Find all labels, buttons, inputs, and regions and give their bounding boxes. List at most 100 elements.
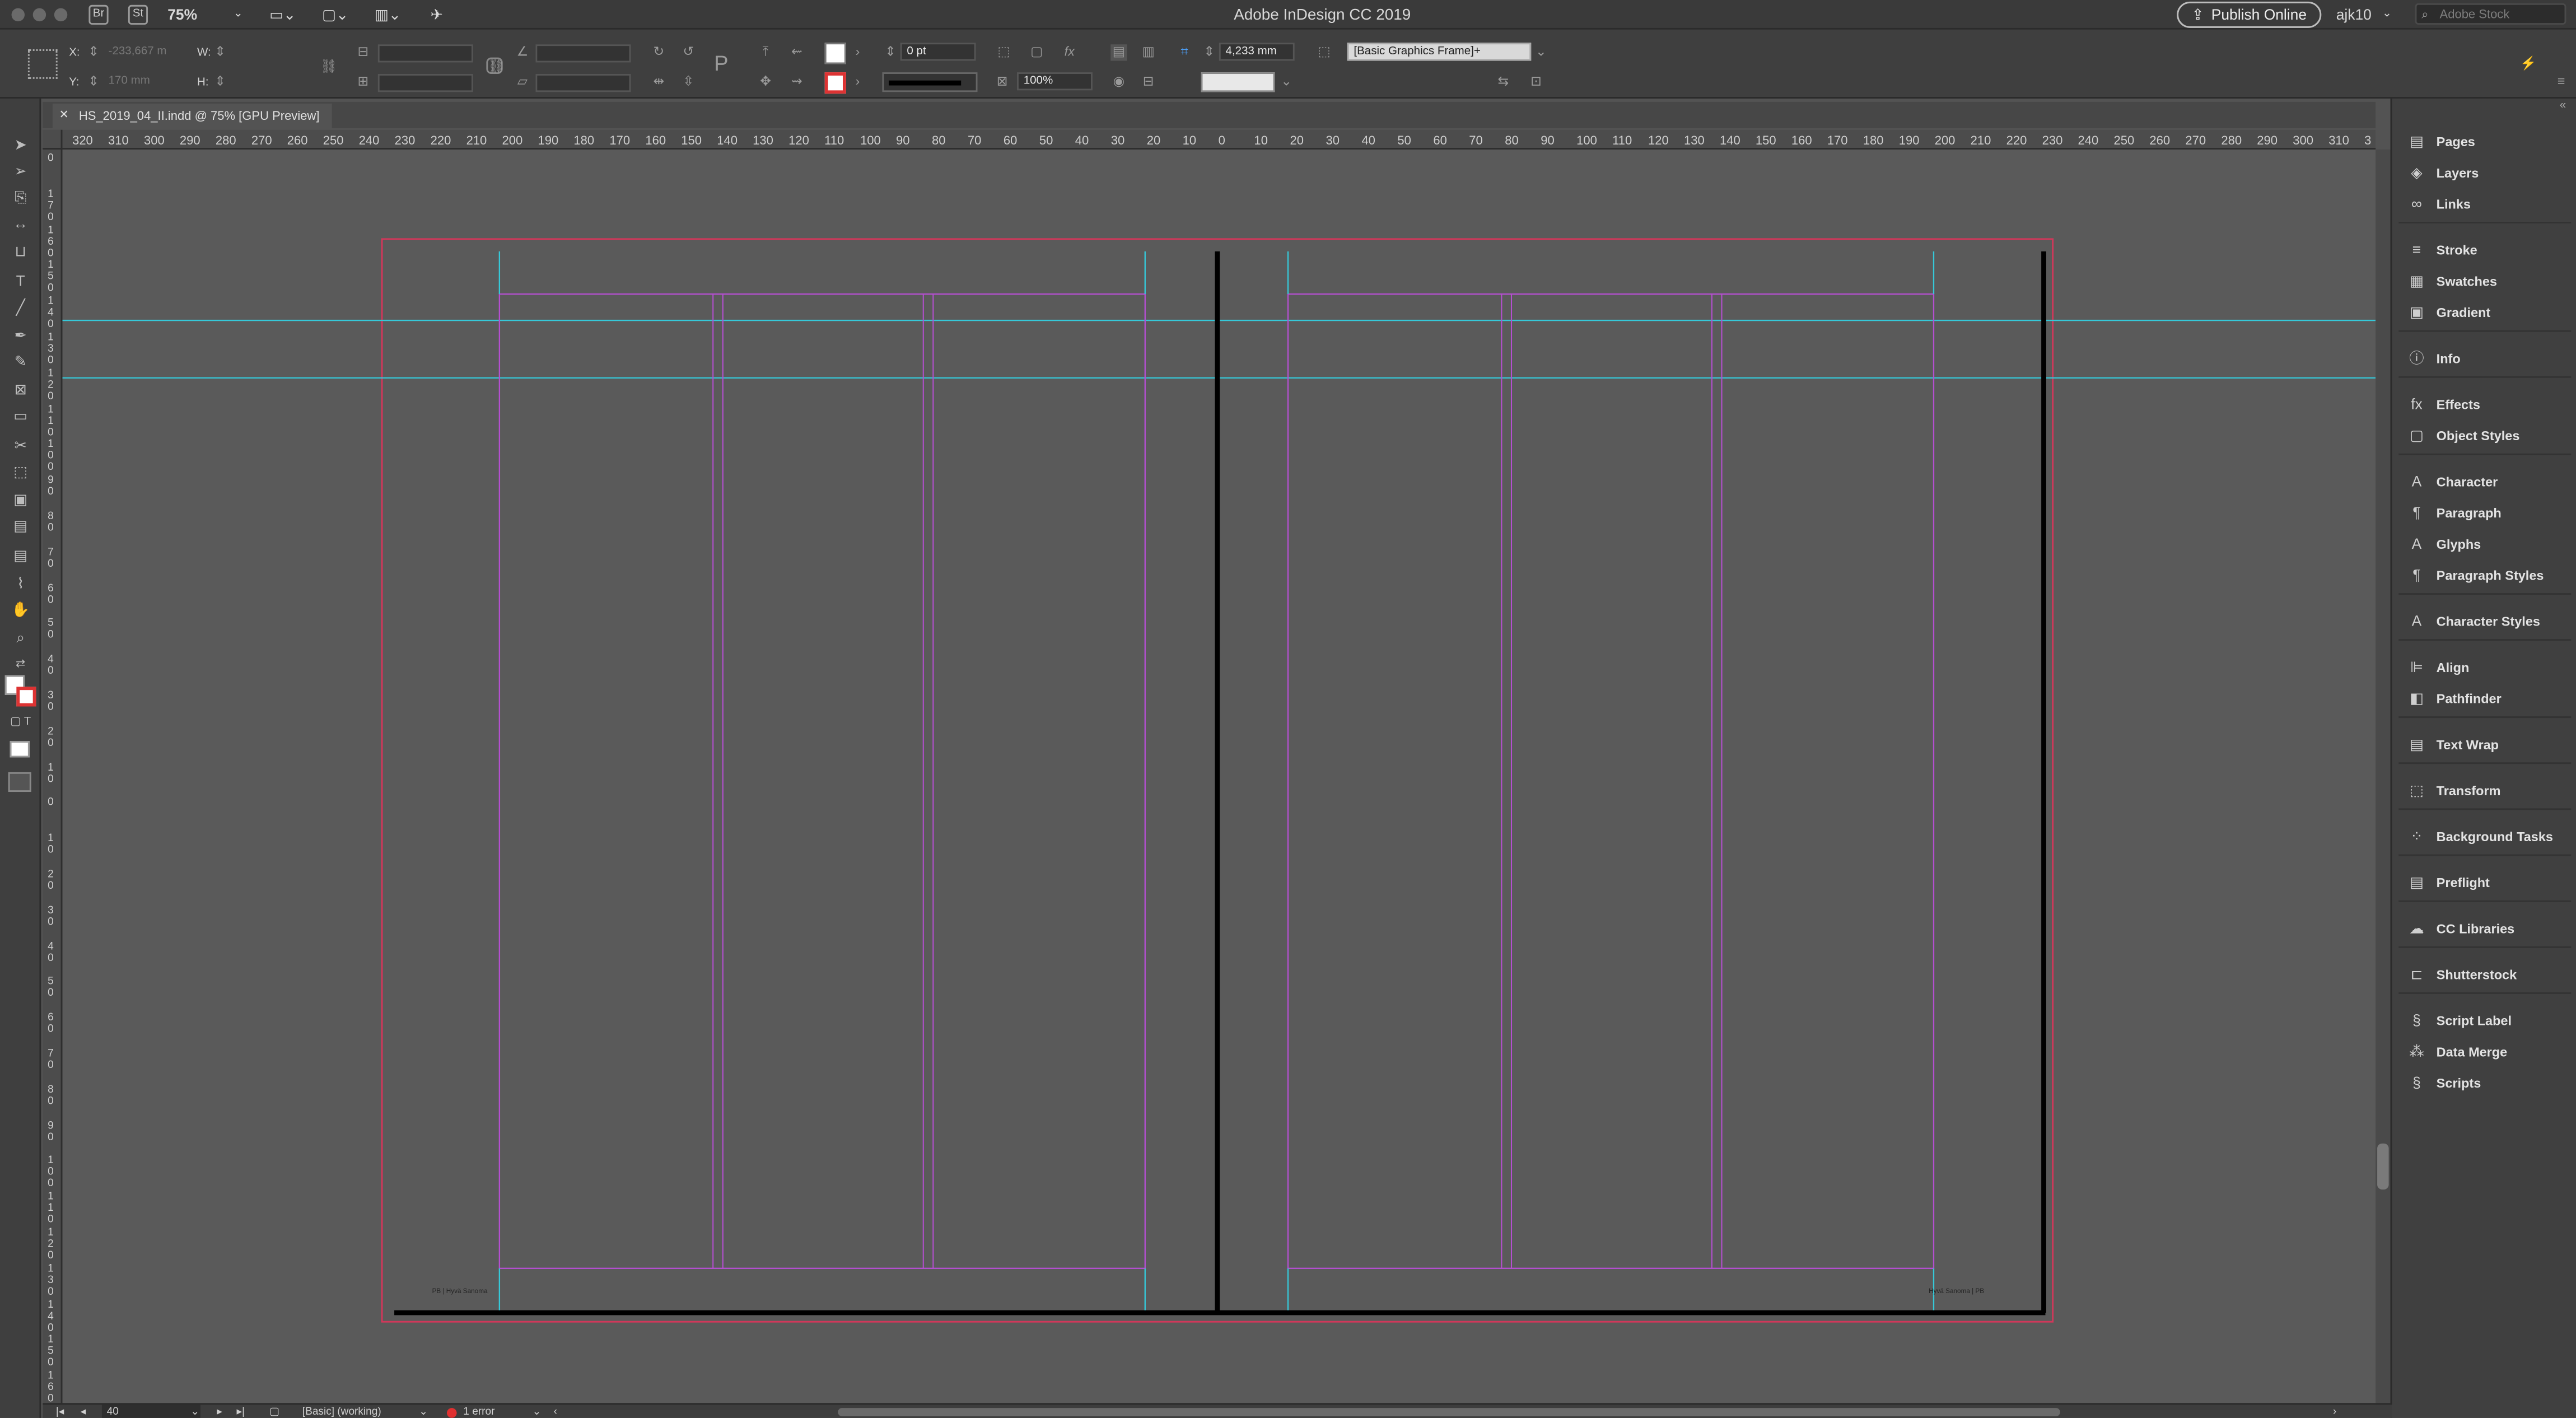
page-dropdown-icon[interactable]: ⌄ (190, 1405, 199, 1418)
panel-transform[interactable]: ⬚ Transform (2392, 776, 2576, 807)
hand-tool-icon[interactable]: ✋ (10, 600, 31, 621)
pencil-tool-icon[interactable]: ✎ (10, 352, 31, 373)
scissors-tool-icon[interactable]: ✂ (10, 435, 31, 456)
left-page-footer[interactable]: PB | Hyvä Sanoma (432, 1286, 488, 1295)
stroke-menu-icon[interactable]: › (850, 74, 866, 90)
minimize-window-icon[interactable] (32, 8, 46, 22)
zoom-tool-icon[interactable]: ⌕ (10, 628, 31, 649)
fill-menu-icon[interactable]: › (850, 44, 866, 60)
selection-tool-icon[interactable]: ➤ (10, 135, 31, 156)
stroke-color-icon[interactable] (16, 687, 36, 707)
panel-script-label[interactable]: § Script Label (2392, 1005, 2576, 1037)
corner-options-icon[interactable]: ⌗ (1177, 44, 1193, 60)
align-to-icon[interactable]: ⊟ (1140, 74, 1156, 90)
pen-tool-icon[interactable]: ✒ (10, 325, 31, 347)
swap-fill-stroke-icon[interactable]: ⇄ (10, 654, 31, 675)
zoom-window-icon[interactable] (54, 8, 68, 22)
collapse-panels-icon[interactable]: « (2560, 100, 2566, 112)
reference-point-icon[interactable] (27, 49, 58, 79)
zoom-level[interactable]: 75% (167, 7, 197, 23)
control-panel-menu-icon[interactable]: ≡ (2553, 74, 2569, 90)
preflight-status[interactable]: 1 error (463, 1405, 494, 1418)
horizontal-scroll-thumb[interactable] (838, 1408, 2060, 1416)
panel-swatches[interactable]: ▦ Swatches (2392, 266, 2576, 297)
publish-online-button[interactable]: ⇪ Publish Online (2177, 1, 2322, 28)
clear-overrides-icon[interactable]: ⇆ (1495, 74, 1511, 90)
panel-shutterstock[interactable]: ⊏ Shutterstock (2392, 959, 2576, 991)
scale-x-field[interactable] (377, 44, 473, 63)
gradient-feather-tool-icon[interactable]: ▤ (10, 516, 31, 537)
stroke-type-dropdown[interactable] (882, 72, 978, 92)
content-collector-icon[interactable]: ⊔ (10, 241, 31, 263)
free-transform-tool-icon[interactable]: ⬚ (10, 461, 31, 483)
rectangle-tool-icon[interactable]: ▭ (10, 406, 31, 427)
note-tool-icon[interactable]: ▤ (10, 545, 31, 567)
direct-selection-tool-icon[interactable]: ➢ (10, 161, 31, 183)
x-field[interactable]: -233,667 m (104, 44, 186, 62)
next-page-icon[interactable]: ▸ (217, 1405, 222, 1418)
formatting-affects-container-icon[interactable]: ▢ T (10, 711, 31, 733)
arrange-documents-icon[interactable]: ▥⌄ (375, 7, 401, 25)
object-style-icon[interactable]: ⬚ (1316, 44, 1332, 60)
panel-info[interactable]: ⓘ Info (2392, 343, 2576, 375)
panel-scripts[interactable]: § Scripts (2392, 1068, 2576, 1099)
select-container-icon[interactable]: ⤒ (757, 44, 773, 60)
close-window-icon[interactable] (11, 8, 25, 22)
apply-color-icon[interactable] (10, 741, 30, 758)
view-options-icon[interactable]: ▭⌄ (269, 7, 296, 25)
fill-swatch[interactable] (824, 43, 846, 64)
select-previous-icon[interactable]: ⇜ (788, 44, 805, 60)
scroll-right-icon[interactable]: › (2333, 1405, 2336, 1418)
y-field[interactable]: 170 mm (104, 74, 186, 92)
y-stepper-icon[interactable]: ⇕ (86, 74, 102, 90)
close-tab-icon[interactable]: ✕ (59, 104, 69, 128)
master-dropdown-icon[interactable]: ⌄ (419, 1405, 428, 1418)
horizontal-ruler[interactable]: 320 310 300 290 280 270 260 250 240 230 220 210 200 1… (43, 129, 2376, 150)
line-tool-icon[interactable]: ╱ (10, 297, 31, 319)
last-page-icon[interactable]: ▸| (236, 1405, 245, 1418)
panel-paragraph[interactable]: ¶ Paragraph (2392, 498, 2576, 529)
panel-paragraph-styles[interactable]: ¶ Paragraph Styles (2392, 560, 2576, 591)
constrain-scale-icon[interactable]: ⛓ (486, 57, 505, 74)
panel-gradient[interactable]: ▣ Gradient (2392, 297, 2576, 329)
panel-cc-libraries[interactable]: ☁ CC Libraries (2392, 913, 2576, 945)
select-content-icon[interactable]: ✥ (757, 74, 773, 90)
open-page-icon[interactable]: ▢ (269, 1405, 279, 1418)
ruler-origin[interactable] (43, 129, 63, 150)
eyedropper-tool-icon[interactable]: ⌇ (10, 573, 31, 595)
first-page-icon[interactable]: |◂ (56, 1405, 64, 1418)
opacity-icon[interactable]: ⊠ (994, 74, 1010, 90)
user-chevron-icon[interactable]: ⌄ (2382, 7, 2392, 20)
w-stepper-icon[interactable]: ⇕ (212, 44, 228, 60)
auto-fit-icon[interactable]: ◉ (1110, 74, 1127, 90)
type-tool-icon[interactable]: T (10, 271, 31, 292)
screen-mode-normal-icon[interactable] (8, 772, 31, 792)
panel-text-wrap[interactable]: ▤ Text Wrap (2392, 730, 2576, 761)
panel-character[interactable]: A Character (2392, 467, 2576, 498)
gradient-swatch-tool-icon[interactable]: ▣ (10, 489, 31, 511)
bridge-icon[interactable]: Br (88, 4, 109, 25)
previous-page-icon[interactable]: ◂ (81, 1405, 86, 1418)
object-style-dropdown[interactable]: [Basic Graphics Frame]+ (1347, 43, 1532, 61)
rotate-angle-icon[interactable]: ∠ (514, 44, 530, 60)
stock-icon[interactable]: St (128, 4, 148, 25)
scroll-left-icon[interactable]: ‹ (554, 1405, 557, 1418)
panel-glyphs[interactable]: A Glyphs (2392, 529, 2576, 561)
text-wrap-none-icon[interactable]: ▤ (1110, 44, 1127, 61)
rotate-ccw-icon[interactable]: ↺ (680, 44, 697, 60)
quick-apply-icon[interactable]: ⚡ (2520, 56, 2536, 72)
text-wrap-box-icon[interactable]: ▥ (1140, 44, 1156, 60)
panel-pathfinder[interactable]: ◧ Pathfinder (2392, 683, 2576, 715)
scale-y-icon[interactable]: ⊞ (355, 74, 371, 90)
stroke-weight-field[interactable]: 0 pt (900, 43, 976, 61)
panel-object-styles[interactable]: ▢ Object Styles (2392, 421, 2576, 452)
document-tab[interactable]: ✕ HS_2019_04_II.indd @ 75% [GPU Preview] (52, 103, 333, 128)
corner-shape-dropdown[interactable] (1201, 72, 1275, 92)
frame-fit-icon[interactable]: ⬚ (996, 44, 1012, 60)
flip-vertical-icon[interactable]: ⇳ (680, 74, 697, 90)
measure-stepper-icon[interactable]: ⇕ (1201, 44, 1217, 60)
preflight-dropdown-icon[interactable]: ⌄ (533, 1405, 542, 1418)
preflight-error-icon[interactable] (446, 1408, 457, 1418)
panel-effects[interactable]: fx Effects (2392, 389, 2576, 421)
stroke-swatch[interactable] (824, 72, 846, 94)
